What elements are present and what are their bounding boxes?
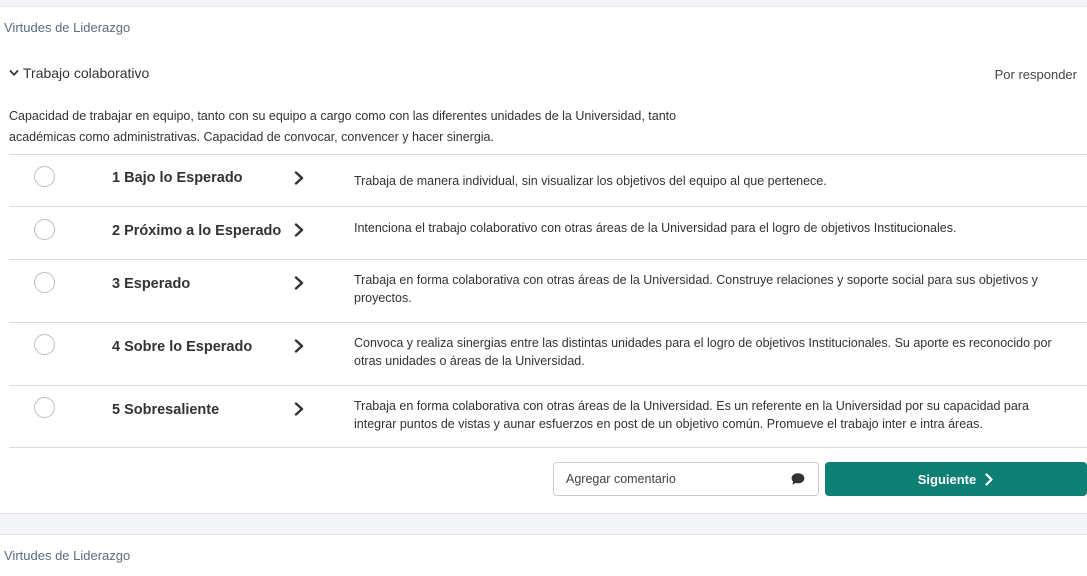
rating-label-3: 3 Esperado	[112, 276, 191, 292]
status-label: Por responder	[994, 67, 1077, 82]
rating-label-5: 5 Sobresaliente	[112, 402, 220, 418]
chevron-right-icon[interactable]	[293, 171, 305, 185]
rating-label-1: 1 Bajo lo Esperado	[112, 170, 243, 186]
rating-radio-5[interactable]	[34, 397, 55, 418]
chevron-right-icon[interactable]	[293, 402, 305, 416]
chevron-down-icon	[9, 70, 19, 76]
chevron-right-icon[interactable]	[293, 223, 305, 237]
rating-radio-4[interactable]	[34, 334, 55, 355]
rating-description-3: Trabaja en forma colaborativa con otras …	[354, 273, 1038, 305]
rating-description-1: Trabaja de manera individual, sin visual…	[354, 174, 827, 188]
rating-label-2: 2 Próximo a lo Esperado	[112, 223, 282, 239]
competency-card: Virtudes de Liderazgo Trabajo colaborati…	[0, 6, 1087, 514]
chevron-right-icon[interactable]	[293, 339, 305, 353]
rating-radio-2[interactable]	[34, 219, 55, 240]
rating-radio-1[interactable]	[34, 166, 55, 187]
competency-toggle[interactable]: Trabajo colaborativo	[9, 65, 149, 81]
competency-title: Trabajo colaborativo	[23, 65, 150, 81]
comment-input[interactable]	[554, 471, 790, 487]
rating-option-5[interactable]: 5 Sobresaliente Trabaja en forma colabor…	[9, 385, 1087, 448]
rating-label-4: 4 Sobre lo Esperado	[112, 339, 253, 355]
section-title: Virtudes de Liderazgo	[4, 20, 131, 35]
comment-field[interactable]	[553, 462, 819, 496]
rating-description-5: Trabaja en forma colaborativa con otras …	[354, 399, 1029, 431]
competency-description: Capacidad de trabajar en equipo, tanto c…	[9, 109, 677, 144]
chevron-right-icon[interactable]	[293, 276, 305, 290]
comment-bubble-icon[interactable]	[790, 471, 806, 487]
next-button-label: Siguiente	[917, 471, 977, 487]
rating-option-3[interactable]: 3 Esperado Trabaja en forma colaborativa…	[9, 259, 1087, 322]
rating-option-4[interactable]: 4 Sobre lo Esperado Convoca y realiza si…	[9, 322, 1087, 385]
rating-description-2: Intenciona el trabajo colaborativo con o…	[354, 221, 957, 235]
rating-radio-3[interactable]	[34, 272, 55, 293]
next-button[interactable]: Siguiente	[825, 462, 1087, 496]
chevron-right-icon	[985, 472, 993, 486]
rating-description-4: Convoca y realiza sinergias entre las di…	[354, 336, 1052, 368]
rating-option-2[interactable]: 2 Próximo a lo Esperado Intenciona el tr…	[9, 206, 1087, 259]
next-section-card: Virtudes de Liderazgo	[0, 534, 1087, 576]
rating-options: 1 Bajo lo Esperado Trabaja de manera ind…	[9, 154, 1087, 448]
rating-option-1[interactable]: 1 Bajo lo Esperado Trabaja de manera ind…	[9, 154, 1087, 206]
section-title: Virtudes de Liderazgo	[4, 548, 131, 563]
